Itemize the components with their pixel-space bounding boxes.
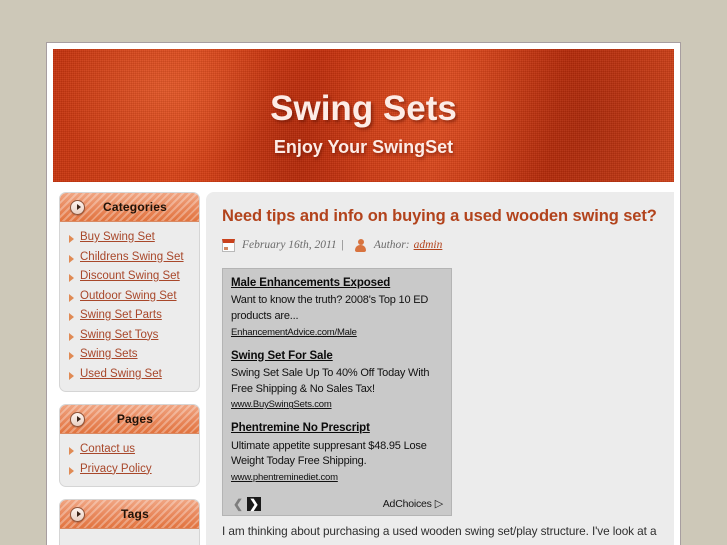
sidebar-link-label[interactable]: Discount Swing Set <box>80 270 180 283</box>
triangle-bullet-icon <box>69 466 74 475</box>
widget-pages-title: Pages <box>116 412 154 426</box>
ad-title[interactable]: Swing Set For Sale <box>231 349 443 365</box>
ad-url[interactable]: EnhancementAdvice.com/Male <box>231 327 443 338</box>
widget-categories: Categories Buy Swing Set Childrens Swing… <box>59 192 200 392</box>
sidebar-item-privacy-policy[interactable]: Privacy Policy <box>69 463 195 476</box>
sidebar-link-label[interactable]: Privacy Policy <box>80 463 152 476</box>
adchoices-triangle-icon: ▷ <box>434 498 443 511</box>
adchoices-link[interactable]: AdChoices ▷ <box>382 497 443 511</box>
sidebar-link-label[interactable]: Swing Set Toys <box>80 329 158 342</box>
widget-pages-body: Contact us Privacy Policy <box>60 434 199 486</box>
user-icon <box>354 238 367 252</box>
play-circle-icon <box>70 199 85 215</box>
sidebar-item-swing-set-parts[interactable]: Swing Set Parts <box>69 309 195 322</box>
sidebar-item-swing-sets[interactable]: Swing Sets <box>69 348 195 361</box>
triangle-bullet-icon <box>69 332 74 341</box>
ad-prev-arrow-icon[interactable]: ❮ <box>231 497 245 511</box>
ad-title[interactable]: Male Enhancements Exposed <box>231 276 443 292</box>
sidebar-link-label[interactable]: Outdoor Swing Set <box>80 290 177 303</box>
widget-categories-body: Buy Swing Set Childrens Swing Set Discou… <box>60 222 199 391</box>
sidebar: Categories Buy Swing Set Childrens Swing… <box>53 192 200 545</box>
sidebar-item-swing-set-toys[interactable]: Swing Set Toys <box>69 329 195 342</box>
site-tagline: Enjoy Your SwingSet <box>273 136 454 157</box>
sidebar-link-label[interactable]: Swing Sets <box>80 348 138 361</box>
post-title: Need tips and info on buying a used wood… <box>222 207 657 225</box>
triangle-bullet-icon <box>69 254 74 263</box>
sidebar-link-label[interactable]: Contact us <box>80 443 135 456</box>
post-meta: February 16th, 2011 | Author: admin <box>222 238 658 252</box>
widget-categories-header: Categories <box>60 193 199 222</box>
widget-categories-title: Categories <box>102 200 168 214</box>
ad-description: Swing Set Sale Up To 40% Off Today With … <box>231 367 430 395</box>
triangle-bullet-icon <box>69 371 74 380</box>
play-circle-icon <box>70 411 85 427</box>
content-wrap: Categories Buy Swing Set Childrens Swing… <box>53 182 674 545</box>
widget-tags-header: Tags <box>60 500 199 529</box>
post-body: I am thinking about purchasing a used wo… <box>222 523 657 538</box>
sidebar-link-label[interactable]: Buy Swing Set <box>80 231 155 244</box>
ad-description: Want to know the truth? 2008's Top 10 ED… <box>231 294 429 322</box>
main-content: Need tips and info on buying a used wood… <box>206 192 674 545</box>
ad-title[interactable]: Phentremine No Prescript <box>231 421 443 437</box>
widget-tags-title: Tags <box>121 507 149 521</box>
meta-separator: | <box>340 239 344 252</box>
post-date: February 16th, 2011 <box>242 239 337 252</box>
triangle-bullet-icon <box>69 293 74 302</box>
play-circle-icon <box>70 506 85 522</box>
author-label: Author: <box>373 239 410 252</box>
ad-url[interactable]: www.phentreminediet.com <box>231 472 443 483</box>
sidebar-item-buy-swing-set[interactable]: Buy Swing Set <box>69 231 195 244</box>
ad-item[interactable]: Phentremine No Prescript Ultimate appeti… <box>231 421 443 483</box>
ad-next-arrow-icon[interactable]: ❯ <box>247 496 261 511</box>
sidebar-item-outdoor-swing-set[interactable]: Outdoor Swing Set <box>69 290 195 303</box>
site-banner: Swing Sets Enjoy Your SwingSet <box>53 49 674 182</box>
banner-inner: Swing Sets Enjoy Your SwingSet <box>53 49 674 158</box>
widget-pages: Pages Contact us Privacy Policy <box>59 404 200 487</box>
sidebar-item-contact-us[interactable]: Contact us <box>69 443 195 456</box>
triangle-bullet-icon <box>69 313 74 321</box>
triangle-bullet-icon <box>69 352 74 360</box>
triangle-bullet-icon <box>69 235 74 243</box>
ad-item[interactable]: Swing Set For Sale Swing Set Sale Up To … <box>231 349 443 411</box>
widget-pages-header: Pages <box>60 405 199 434</box>
adchoices-label: AdChoices <box>382 497 432 510</box>
ad-footer: ❮ ❯ AdChoices ▷ <box>231 494 443 515</box>
ad-description: Ultimate appetite suppresant $48.95 Lose… <box>231 439 427 468</box>
ad-item[interactable]: Male Enhancements Exposed Want to know t… <box>231 276 443 338</box>
triangle-bullet-icon <box>69 274 74 282</box>
widget-tags: Tags <box>59 499 200 545</box>
page-frame: Swing Sets Enjoy Your SwingSet Categorie… <box>46 42 681 545</box>
triangle-bullet-icon <box>69 447 74 455</box>
sidebar-link-label[interactable]: Childrens Swing Set <box>80 251 184 264</box>
calendar-icon <box>222 238 235 252</box>
sidebar-link-label[interactable]: Used Swing Set <box>80 368 162 381</box>
author-link[interactable]: admin <box>414 239 443 251</box>
site-title: Swing Sets <box>270 89 457 128</box>
ad-block: Male Enhancements Exposed Want to know t… <box>222 267 452 516</box>
ad-url[interactable]: www.BuySwingSets.com <box>231 399 443 410</box>
sidebar-item-used-swing-set[interactable]: Used Swing Set <box>69 368 195 381</box>
sidebar-item-childrens-swing-set[interactable]: Childrens Swing Set <box>69 251 195 264</box>
sidebar-link-label[interactable]: Swing Set Parts <box>80 309 162 322</box>
widget-tags-body <box>60 529 199 545</box>
sidebar-item-discount-swing-set[interactable]: Discount Swing Set <box>69 270 195 283</box>
